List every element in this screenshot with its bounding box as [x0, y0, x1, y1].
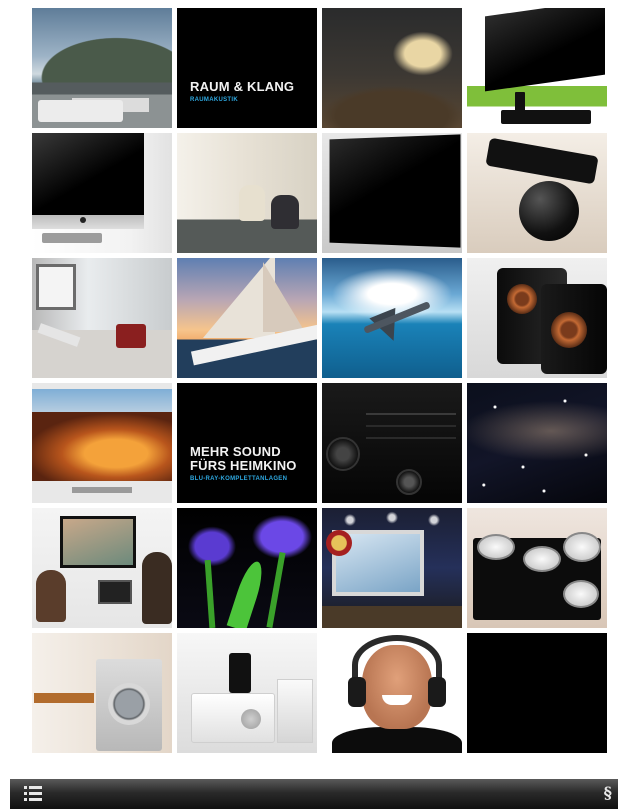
tile-av-receiver-photo[interactable]: [322, 383, 462, 503]
tile-award-tv-photo[interactable]: [322, 508, 462, 628]
flower-stem-shape: [204, 559, 216, 628]
tile-subtitle: RAUMAKUSTIK: [190, 97, 238, 103]
tv-stand-shape: [42, 233, 102, 243]
headphone-cup-shape: [348, 677, 366, 707]
tile-headphones-man-photo[interactable]: [322, 633, 462, 753]
award-medal-icon: [326, 530, 352, 556]
sofa-shape: [38, 100, 123, 122]
tv-screen-shape: [32, 389, 172, 481]
volume-knob-shape: [326, 437, 360, 471]
tile-title-line2: FÜRS HEIMKINO: [190, 458, 297, 473]
speaker-box-shape: [277, 679, 313, 743]
brand-logo-icon[interactable]: §: [604, 784, 612, 802]
tile-ball-speaker-photo[interactable]: [467, 133, 607, 253]
ball-speaker-shape: [519, 181, 579, 241]
display-line-shape: [366, 413, 456, 415]
control-knob-shape: [396, 469, 422, 495]
pot-shape: [523, 546, 561, 572]
tv-frame-shape: [32, 215, 144, 229]
person-shape: [142, 552, 172, 624]
tile-mini-hifi-photo[interactable]: [177, 633, 317, 753]
bottom-toolbar: §: [10, 779, 618, 809]
tile-starry-sky-photo[interactable]: [467, 383, 607, 503]
tile-family-tablet-photo[interactable]: [32, 508, 172, 628]
tile-jet-sky-photo[interactable]: [322, 258, 462, 378]
tile-washing-machine-photo[interactable]: [32, 633, 172, 753]
shirt-shape: [332, 727, 462, 753]
tile-mehr-sound[interactable]: MEHR SOUND FÜRS HEIMKINO BLU-RAY-KOMPLET…: [177, 383, 317, 503]
pot-shape: [477, 534, 515, 560]
washer-door-shape: [108, 683, 150, 725]
person-shape: [36, 570, 66, 622]
phone-shape: [515, 92, 525, 112]
tablet-shape: [98, 580, 132, 604]
shelf-shape: [36, 264, 76, 310]
tv-stand-shape: [72, 487, 132, 493]
tile-home-cinema-livingroom-photo[interactable]: [322, 8, 462, 128]
speaker-cone-shape: [551, 312, 587, 348]
tile-bright-room-photo[interactable]: [32, 258, 172, 378]
tile-raum-klang[interactable]: RAUM & KLANG RAUMAKUSTIK: [177, 8, 317, 128]
tile-empty-black[interactable]: [467, 633, 607, 753]
tile-canyon-tv-photo[interactable]: [32, 383, 172, 503]
tile-tv-dock-photo[interactable]: [467, 8, 607, 128]
leaf-shape: [226, 558, 268, 628]
table-shape: [34, 693, 94, 703]
apple-logo-icon: [80, 217, 86, 223]
sail-shape: [263, 262, 305, 332]
disc-shape: [241, 709, 261, 729]
person-shape: [271, 195, 299, 229]
stage-floor-shape: [322, 606, 462, 628]
tile-cookware-photo[interactable]: [467, 508, 607, 628]
person-shape: [239, 185, 265, 221]
tile-silver-tv-photo[interactable]: [32, 133, 172, 253]
tile-black-tv-photo[interactable]: [322, 133, 462, 253]
tile-speakers-photo[interactable]: [467, 258, 607, 378]
phone-shape: [229, 653, 251, 693]
product-tile-grid: RAUM & KLANG RAUMAKUSTIK MEHR SOUND FÜRS…: [32, 8, 608, 758]
tile-sailboat-photo[interactable]: [177, 258, 317, 378]
tv-screen-shape: [32, 133, 144, 215]
flower-stem-shape: [266, 552, 286, 628]
tile-iris-flowers-photo[interactable]: [177, 508, 317, 628]
tv-screen-shape: [329, 134, 461, 248]
speaker-cone-shape: [507, 284, 537, 314]
armchair-shape: [116, 324, 146, 348]
tile-title: RAUM & KLANG: [190, 79, 295, 94]
headphone-cup-shape: [428, 677, 446, 707]
tv-panel-shape: [485, 8, 605, 92]
list-menu-icon[interactable]: [24, 786, 42, 802]
tile-lake-terrace-photo[interactable]: [32, 8, 172, 128]
lounge-chair-shape: [37, 323, 81, 347]
tile-title: MEHR SOUND: [190, 444, 281, 459]
tv-screen-shape: [60, 516, 136, 568]
tv-base-shape: [501, 110, 591, 124]
tile-subtitle: BLU-RAY-KOMPLETTANLAGEN: [190, 476, 288, 482]
tile-couple-sofa-photo[interactable]: [177, 133, 317, 253]
pot-shape: [563, 532, 601, 562]
hifi-unit-shape: [191, 693, 275, 743]
pot-shape: [563, 580, 599, 608]
phone-shape: [485, 137, 599, 185]
